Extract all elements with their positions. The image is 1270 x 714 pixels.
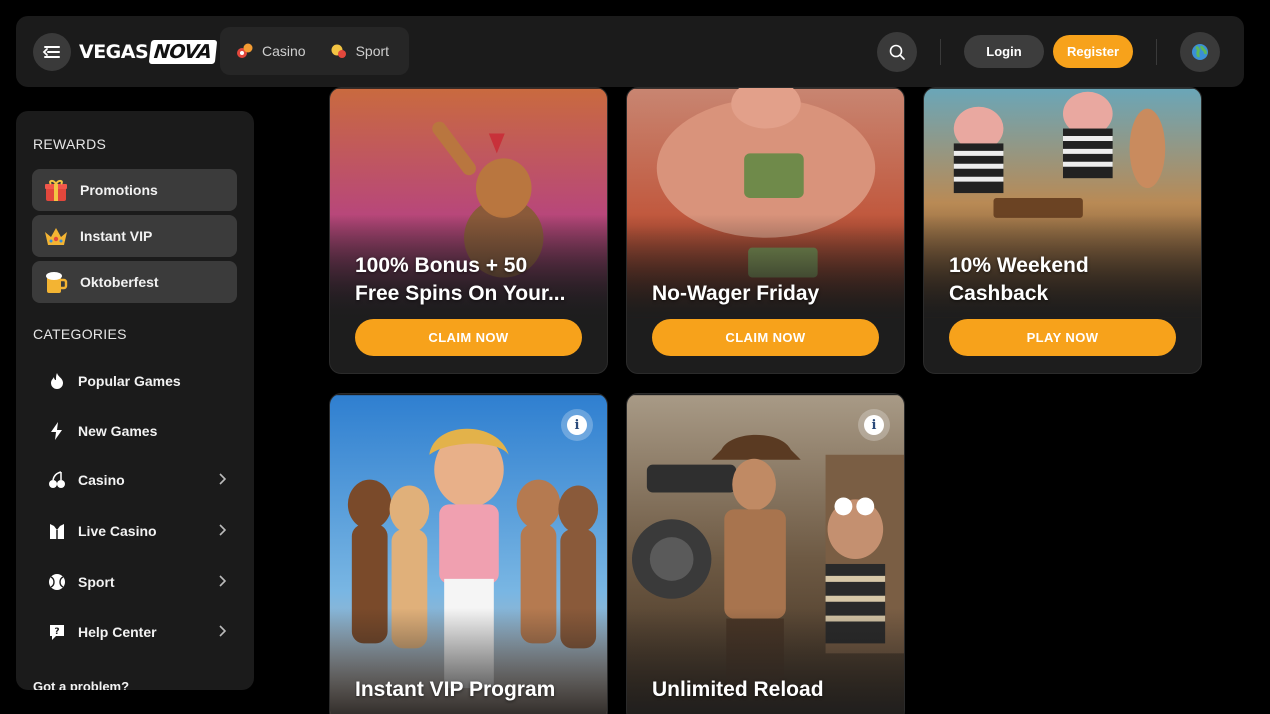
promo-card[interactable]: No-Wager Friday CLAIM NOW xyxy=(626,87,905,374)
info-icon: i xyxy=(567,415,587,435)
top-nav: Casino Sport xyxy=(220,27,409,75)
promo-title-line2: Cashback xyxy=(949,282,1049,305)
fire-icon xyxy=(46,370,68,392)
top-header: VEGAS NOVA Casino Sport Login Register xyxy=(16,16,1244,87)
header-divider xyxy=(940,39,941,65)
chevron-right-icon xyxy=(219,524,226,536)
nav-casino-label: Casino xyxy=(262,43,306,59)
sidebar-item-instant-vip[interactable]: Instant VIP xyxy=(32,215,237,257)
promo-title-line2: Free Spins On Your... xyxy=(355,282,566,305)
svg-text:?: ? xyxy=(54,627,59,637)
sidebar-item-new-games[interactable]: New Games xyxy=(46,419,226,443)
casino-chips-icon xyxy=(237,43,253,58)
sidebar-item-sport[interactable]: Sport xyxy=(46,570,226,594)
promo-card[interactable]: i Unlimited Reload xyxy=(626,393,905,714)
sidebar-item-oktoberfest[interactable]: Oktoberfest xyxy=(32,261,237,303)
menu-icon xyxy=(42,46,60,58)
lightning-icon xyxy=(46,420,68,442)
login-button[interactable]: Login xyxy=(964,35,1044,68)
promo-title-line1: 10% Weekend xyxy=(949,254,1089,277)
nav-sport[interactable]: Sport xyxy=(330,42,389,60)
sidebar-item-promotions[interactable]: Promotions xyxy=(32,169,237,211)
sidebar-item-label: Sport xyxy=(78,574,115,590)
sidebar-item-label: Instant VIP xyxy=(80,228,153,244)
sidebar-item-label: Oktoberfest xyxy=(80,274,159,290)
promo-card[interactable]: 10% Weekend Cashback PLAY NOW xyxy=(923,87,1202,374)
cherries-icon xyxy=(46,469,68,491)
search-icon xyxy=(889,44,905,60)
sidebar-item-label: Casino xyxy=(78,472,125,488)
sidebar-item-live-casino[interactable]: Live Casino xyxy=(46,519,226,543)
search-button[interactable] xyxy=(877,32,917,72)
ball-icon xyxy=(46,571,68,593)
promo-title-line1: Unlimited Reload xyxy=(652,678,824,701)
promo-title-line2: No-Wager Friday xyxy=(652,282,820,305)
sidebar-item-label: Popular Games xyxy=(78,373,181,389)
crown-icon xyxy=(40,220,72,252)
dealer-icon xyxy=(46,520,68,542)
site-logo[interactable]: VEGAS NOVA xyxy=(79,38,217,66)
gift-icon xyxy=(40,174,72,206)
header-divider xyxy=(1156,39,1157,65)
promo-card[interactable]: i Instant VIP Program xyxy=(329,393,608,714)
promo-title-line1: 100% Bonus + 50 xyxy=(355,254,528,277)
info-button[interactable]: i xyxy=(858,409,890,441)
promo-image xyxy=(330,395,607,714)
promo-title-line1: Instant VIP Program xyxy=(355,678,556,701)
globe-icon xyxy=(1192,44,1208,60)
promo-image xyxy=(627,395,904,714)
sidebar-item-label: New Games xyxy=(78,423,158,439)
language-button[interactable] xyxy=(1180,32,1220,72)
sidebar-item-help-center[interactable]: ? Help Center xyxy=(46,620,226,644)
sidebar-item-popular-games[interactable]: Popular Games xyxy=(46,369,226,393)
help-problem-text: Got a problem? xyxy=(33,679,130,690)
register-button[interactable]: Register xyxy=(1053,35,1133,68)
help-chat-icon: ? xyxy=(46,621,68,643)
sport-ball-icon xyxy=(331,44,346,58)
sidebar: REWARDS Promotions Instant VIP Oktoberfe… xyxy=(16,111,254,690)
categories-section-title: CATEGORIES xyxy=(33,326,127,342)
menu-toggle-button[interactable] xyxy=(33,33,71,71)
claim-now-button[interactable]: CLAIM NOW xyxy=(355,319,582,356)
nav-casino[interactable]: Casino xyxy=(236,42,306,60)
rewards-section-title: REWARDS xyxy=(33,136,107,152)
logo-text-vegas: VEGAS xyxy=(79,41,149,63)
promo-card[interactable]: 100% Bonus + 50 Free Spins On Your... CL… xyxy=(329,87,608,374)
beer-icon xyxy=(40,266,72,298)
claim-now-button[interactable]: CLAIM NOW xyxy=(652,319,879,356)
sidebar-item-label: Promotions xyxy=(80,182,158,198)
info-button[interactable]: i xyxy=(561,409,593,441)
chevron-right-icon xyxy=(219,473,226,485)
play-now-button[interactable]: PLAY NOW xyxy=(949,319,1176,356)
sidebar-item-label: Help Center xyxy=(78,624,157,640)
chevron-right-icon xyxy=(219,575,226,587)
sidebar-item-casino[interactable]: Casino xyxy=(46,468,226,492)
logo-text-nova: NOVA xyxy=(148,40,217,64)
sidebar-item-label: Live Casino xyxy=(78,523,157,539)
chevron-right-icon xyxy=(219,625,226,637)
nav-sport-label: Sport xyxy=(355,43,390,59)
info-icon: i xyxy=(864,415,884,435)
